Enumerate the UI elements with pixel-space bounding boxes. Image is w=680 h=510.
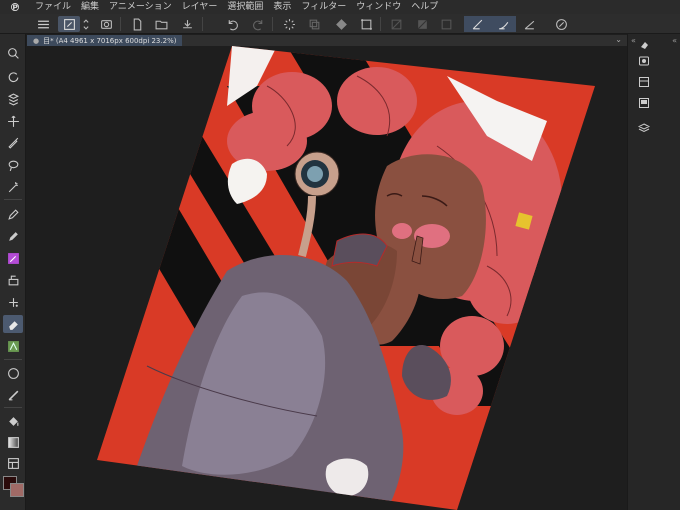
stepper-icon[interactable] bbox=[81, 16, 91, 32]
transform-icon[interactable] bbox=[357, 16, 375, 32]
ruler-icon[interactable] bbox=[3, 386, 23, 404]
menu-window[interactable]: ウィンドウ bbox=[351, 0, 406, 14]
right-panel-strip: « « bbox=[627, 34, 680, 510]
expand-panel-icon[interactable]: « bbox=[631, 36, 636, 45]
zoom-icon[interactable] bbox=[3, 44, 23, 62]
rotate-icon[interactable] bbox=[3, 67, 23, 85]
collapse-panel-icon[interactable]: « bbox=[672, 36, 677, 45]
canvas-area[interactable] bbox=[27, 46, 627, 510]
color-wheel-icon[interactable] bbox=[637, 38, 651, 52]
menu-bar: ℗ ファイル 編集 アニメーション レイヤー 選択範囲 表示 フィルター ウィン… bbox=[0, 0, 680, 14]
stabilization-icon[interactable] bbox=[464, 16, 490, 32]
pencil-icon[interactable] bbox=[3, 227, 23, 245]
clear-icon[interactable] bbox=[413, 16, 431, 32]
frame-icon[interactable] bbox=[3, 454, 23, 472]
crop-icon[interactable] bbox=[437, 16, 455, 32]
sub-view-icon[interactable] bbox=[637, 96, 651, 110]
layers-icon[interactable] bbox=[637, 121, 651, 135]
save-icon[interactable] bbox=[178, 16, 196, 32]
snap-special-icon[interactable] bbox=[520, 16, 538, 32]
canvas-artwork bbox=[97, 46, 595, 510]
selection-icon[interactable] bbox=[3, 133, 23, 151]
brush-select-icon[interactable] bbox=[58, 16, 80, 32]
gradient-icon[interactable] bbox=[3, 433, 23, 451]
chevron-down-icon[interactable]: ⌄ bbox=[615, 35, 622, 44]
menu-filter[interactable]: フィルター bbox=[296, 0, 351, 14]
new-document-icon[interactable] bbox=[128, 16, 146, 32]
eraser-icon[interactable] bbox=[3, 315, 23, 333]
figure-icon[interactable] bbox=[3, 364, 23, 382]
clip-studio-logo[interactable]: ℗ bbox=[0, 0, 30, 14]
menu-selection[interactable]: 選択範囲 bbox=[222, 0, 268, 14]
edit-icon[interactable] bbox=[552, 16, 570, 32]
move-layer-icon[interactable] bbox=[3, 90, 23, 108]
tool-bar bbox=[0, 34, 26, 510]
grid-icon[interactable] bbox=[387, 16, 405, 32]
menu-animation[interactable]: アニメーション bbox=[104, 0, 177, 14]
brush-icon[interactable] bbox=[3, 249, 23, 267]
sub-color-swatch[interactable] bbox=[10, 483, 24, 497]
pen-icon[interactable] bbox=[3, 205, 23, 223]
document-tab-bar: ● 目* (A4 4961 x 7016px 600dpi 23.2%) ⌄ bbox=[27, 35, 627, 46]
loading-icon[interactable] bbox=[280, 16, 298, 32]
menu-edit[interactable]: 編集 bbox=[76, 0, 104, 14]
blend-icon[interactable] bbox=[3, 337, 23, 355]
decoration-icon[interactable] bbox=[3, 293, 23, 311]
redo-icon[interactable] bbox=[249, 16, 267, 32]
fill-icon[interactable] bbox=[332, 16, 350, 32]
menu-help[interactable]: ヘルプ bbox=[406, 0, 443, 14]
object-icon[interactable] bbox=[3, 112, 23, 130]
menu-view[interactable]: 表示 bbox=[268, 0, 296, 14]
menu-file[interactable]: ファイル bbox=[30, 0, 76, 14]
eye-dropper-icon[interactable] bbox=[97, 16, 115, 32]
close-tab-icon[interactable]: ● bbox=[33, 37, 39, 45]
menu-layer[interactable]: レイヤー bbox=[177, 0, 223, 14]
undo-icon[interactable] bbox=[223, 16, 241, 32]
airbrush-icon[interactable] bbox=[3, 271, 23, 289]
document-tab[interactable]: ● 目* (A4 4961 x 7016px 600dpi 23.2%) bbox=[27, 35, 183, 46]
lasso-icon[interactable] bbox=[3, 156, 23, 174]
navigator-icon[interactable] bbox=[637, 54, 651, 68]
document-title: 目* (A4 4961 x 7016px 600dpi 23.2%) bbox=[43, 36, 177, 45]
snap-ruler-icon[interactable] bbox=[490, 16, 516, 32]
command-bar bbox=[0, 14, 680, 34]
open-folder-icon[interactable] bbox=[152, 16, 170, 32]
layer-property-icon[interactable] bbox=[637, 75, 651, 89]
fill-tool-icon[interactable] bbox=[3, 412, 23, 430]
menu-icon[interactable] bbox=[34, 16, 52, 32]
copy-icon[interactable] bbox=[305, 16, 323, 32]
auto-select-icon[interactable] bbox=[3, 178, 23, 196]
